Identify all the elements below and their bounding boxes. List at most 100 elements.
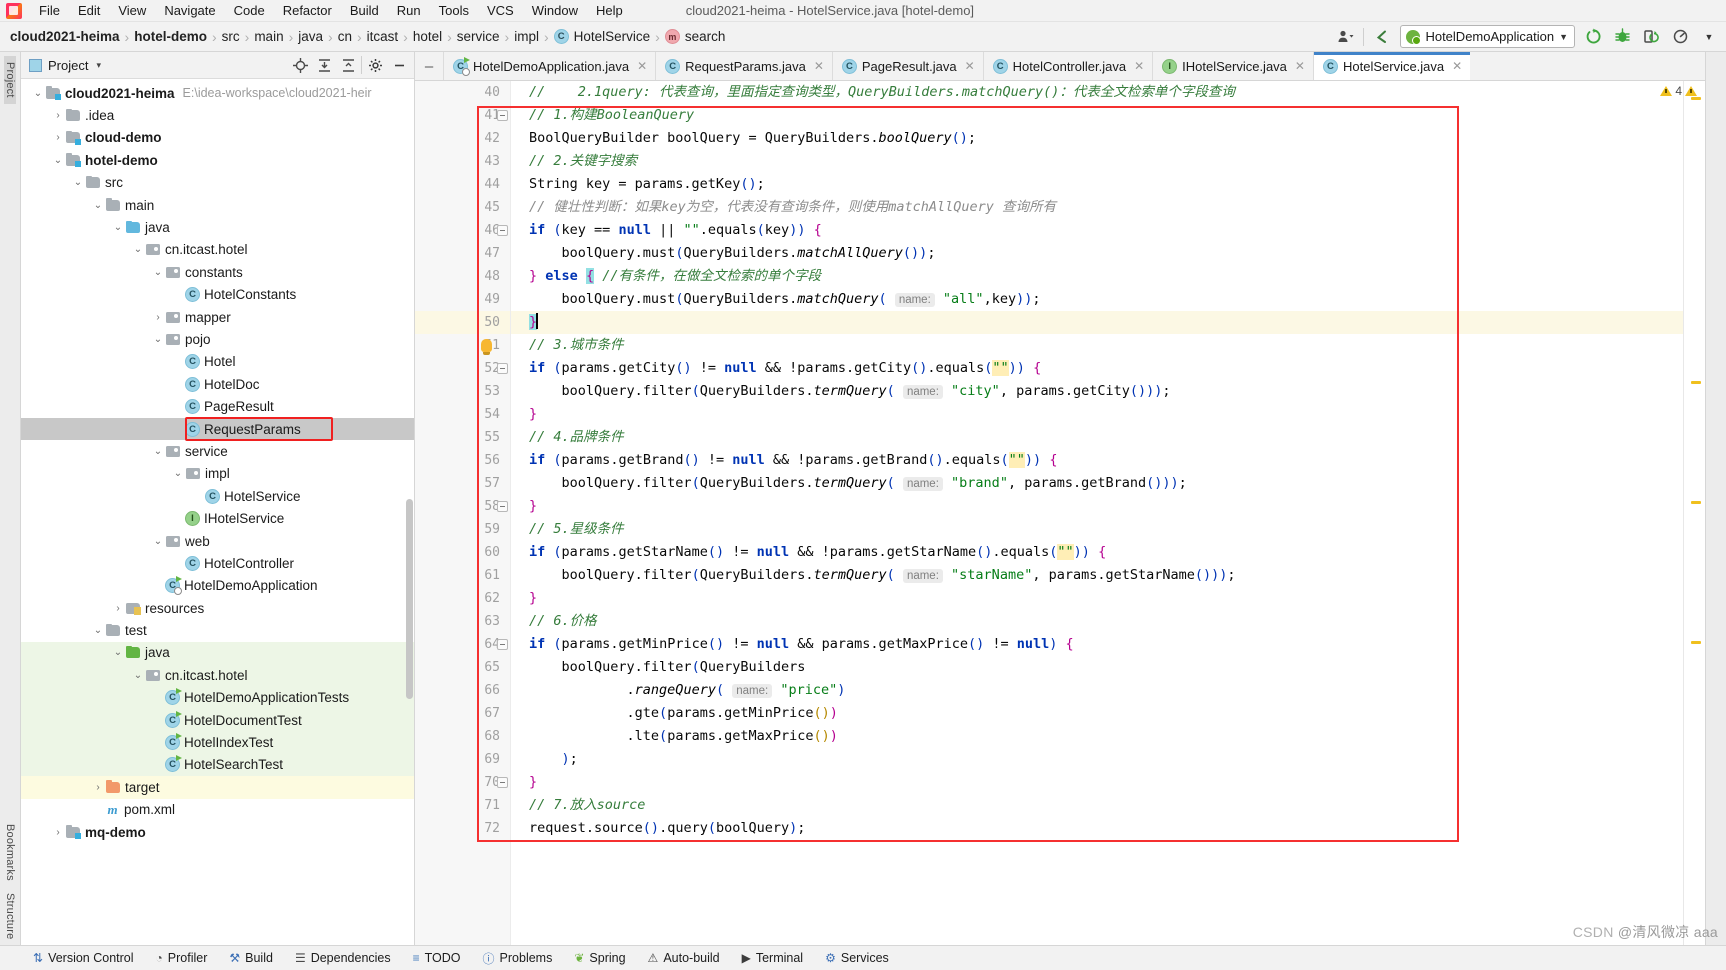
tree-node-java[interactable]: ⌄ java <box>21 216 414 238</box>
line-number[interactable]: 70 <box>415 771 510 794</box>
tree-node-pojo[interactable]: ⌄ pojo <box>21 328 414 350</box>
code-line[interactable]: if (key == null || "".equals(key)) { <box>529 219 1683 242</box>
tool-window-button-todo[interactable]: ≡ TODO <box>402 951 472 965</box>
line-number[interactable]: 58 <box>415 495 510 518</box>
code-fold-icon[interactable] <box>497 639 508 650</box>
line-number[interactable]: 49 <box>415 288 510 311</box>
line-number[interactable]: 52 <box>415 357 510 380</box>
tree-expand-arrow[interactable]: › <box>151 312 165 323</box>
close-icon[interactable]: ✕ <box>1295 59 1305 73</box>
user-dropdown-icon[interactable] <box>1334 26 1356 48</box>
line-number[interactable]: 56 <box>415 449 510 472</box>
menu-run[interactable]: Run <box>388 1 430 20</box>
code-line[interactable]: // 1.构建BooleanQuery <box>529 104 1683 127</box>
code-line[interactable]: } <box>529 587 1683 610</box>
editor-tab-bar[interactable]: – C HotelDemoApplication.java ✕ C RequestPar… <box>415 52 1705 81</box>
tree-node-mapper[interactable]: › mapper <box>21 306 414 328</box>
tree-expand-arrow[interactable]: ⌄ <box>31 88 45 99</box>
code-line[interactable]: // 7.放入source <box>529 794 1683 817</box>
code-line[interactable]: // 6.价格 <box>529 610 1683 633</box>
editor-tab-hotelcontroller[interactable]: C HotelController.java ✕ <box>982 52 1153 80</box>
tree-node-resources[interactable]: › resources <box>21 597 414 619</box>
line-number[interactable]: 71 <box>415 794 510 817</box>
code-fold-icon[interactable] <box>497 363 508 374</box>
code-line[interactable]: boolQuery.must(QueryBuilders.matchQuery(… <box>529 288 1683 311</box>
tree-expand-arrow[interactable]: ⌄ <box>131 670 145 681</box>
code-line[interactable]: ); <box>529 748 1683 771</box>
tool-window-button-dependencies[interactable]: ☰ Dependencies <box>284 951 402 965</box>
breadcrumb-item-project[interactable]: cloud2021-heima <box>6 28 124 45</box>
line-number[interactable]: 61 <box>415 564 510 587</box>
editor-tab-requestparams[interactable]: C RequestParams.java ✕ <box>655 52 832 80</box>
code-line[interactable]: .lte(params.getMaxPrice()) <box>529 725 1683 748</box>
menu-window[interactable]: Window <box>523 1 587 20</box>
code-content[interactable]: // 2.1query: 代表查询，里面指定查询类型，QueryBuilders… <box>511 81 1683 945</box>
tree-node-target[interactable]: › target <box>21 776 414 799</box>
tree-node-pom-xml[interactable]: m pom.xml <box>21 799 414 821</box>
intention-bulb-icon[interactable] <box>481 339 492 355</box>
tree-node-cn-itcast-hotel[interactable]: ⌄ cn.itcast.hotel <box>21 239 414 261</box>
tree-node-pageresult[interactable]: C PageResult <box>21 395 414 417</box>
line-number[interactable]: 64 <box>415 633 510 656</box>
tree-expand-arrow[interactable]: ⌄ <box>151 536 165 547</box>
line-number-gutter[interactable]: 40 41 42 43 44 45 46 47 48 49 50 51 52 53 54 55 56 57 58 59… <box>415 81 511 945</box>
line-number[interactable]: 63 <box>415 610 510 633</box>
breadcrumb-item-service[interactable]: service <box>453 28 504 45</box>
locate-icon[interactable] <box>289 54 311 76</box>
code-line[interactable]: boolQuery.filter(QueryBuilders <box>529 656 1683 679</box>
code-line[interactable]: // 3.城市条件 <box>529 334 1683 357</box>
editor-tab-hoteldemoapplication[interactable]: C HotelDemoApplication.java ✕ <box>443 52 656 80</box>
tree-node-java[interactable]: ⌄ java <box>21 641 414 665</box>
line-number[interactable]: 47 <box>415 242 510 265</box>
menu-navigate[interactable]: Navigate <box>155 1 224 20</box>
code-line[interactable]: } <box>529 403 1683 426</box>
menu-file[interactable]: File <box>30 1 69 20</box>
collapse-all-icon[interactable] <box>337 54 359 76</box>
tree-node-ihotelservice[interactable]: I IHotelService <box>21 507 414 529</box>
close-icon[interactable]: ✕ <box>965 59 975 73</box>
breadcrumb-item-hotel[interactable]: hotel <box>409 28 446 45</box>
editor-tab-hotelservice[interactable]: C HotelService.java ✕ <box>1312 52 1471 80</box>
back-arrow-icon[interactable] <box>1371 26 1393 48</box>
breadcrumb-item-main[interactable]: main <box>250 28 287 45</box>
hide-tabs-icon[interactable]: – <box>415 52 443 80</box>
tree-node-hotelservice[interactable]: C HotelService <box>21 485 414 507</box>
tool-window-button-services[interactable]: ⚙ Services <box>814 951 900 965</box>
tree-expand-arrow[interactable]: ⌄ <box>51 155 65 166</box>
code-line[interactable]: .rangeQuery( name: "price") <box>529 679 1683 702</box>
line-number[interactable]: 44 <box>415 173 510 196</box>
tree-expand-arrow[interactable]: ⌄ <box>91 200 105 211</box>
menu-vcs[interactable]: VCS <box>478 1 523 20</box>
code-line[interactable]: if (params.getBrand() != null && !params… <box>529 449 1683 472</box>
inspection-mark[interactable] <box>1691 641 1701 644</box>
expand-all-icon[interactable] <box>313 54 335 76</box>
gear-icon[interactable] <box>364 54 386 76</box>
tree-expand-arrow[interactable]: › <box>51 110 65 121</box>
profile-icon[interactable] <box>1669 26 1691 48</box>
code-line[interactable]: // 5.星级条件 <box>529 518 1683 541</box>
tree-node-mq-demo[interactable]: › mq-demo <box>21 821 414 843</box>
line-number[interactable]: 67 <box>415 702 510 725</box>
line-number[interactable]: 66 <box>415 679 510 702</box>
tree-node-cn-itcast-hotel[interactable]: ⌄ cn.itcast.hotel <box>21 664 414 687</box>
project-tree[interactable]: ⌄ cloud2021-heima E:\idea-workspace\cloud2… <box>21 79 414 945</box>
code-line[interactable]: } else { //有条件，在做全文检索的单个字段 <box>529 265 1683 288</box>
tree-node-hoteldemoapplicationtests[interactable]: C HotelDemoApplicationTests <box>21 686 414 709</box>
code-fold-icon[interactable] <box>497 501 508 512</box>
tree-expand-arrow[interactable]: ⌄ <box>111 647 125 658</box>
tree-expand-arrow[interactable]: ⌄ <box>91 625 105 636</box>
code-line[interactable]: } <box>529 495 1683 518</box>
tree-expand-arrow[interactable]: ⌄ <box>151 446 165 457</box>
inspection-mark[interactable] <box>1691 501 1701 504</box>
tree-node-hotelconstants[interactable]: C HotelConstants <box>21 284 414 306</box>
close-icon[interactable]: ✕ <box>1452 59 1462 73</box>
line-number[interactable]: 54 <box>415 403 510 426</box>
tree-node-web[interactable]: ⌄ web <box>21 530 414 552</box>
line-number[interactable]: 65 <box>415 656 510 679</box>
code-line[interactable]: String key = params.getKey(); <box>529 173 1683 196</box>
menu-code[interactable]: Code <box>225 1 274 20</box>
code-line[interactable]: boolQuery.filter(QueryBuilders.termQuery… <box>529 380 1683 403</box>
line-number[interactable]: 60 <box>415 541 510 564</box>
tree-expand-arrow[interactable]: › <box>51 132 65 143</box>
debug-icon[interactable] <box>1611 26 1633 48</box>
